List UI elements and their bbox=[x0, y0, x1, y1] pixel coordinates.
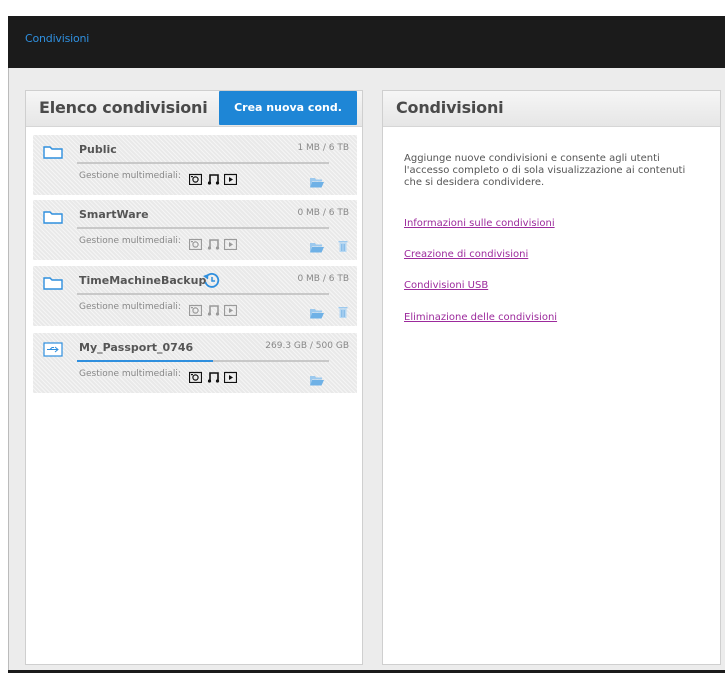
link-usb-shares[interactable]: Condivisioni USB bbox=[404, 280, 488, 291]
usage-bar-fill bbox=[77, 360, 214, 362]
video-icon[interactable] bbox=[223, 368, 238, 384]
link-delete-shares[interactable]: Eliminazione delle condivisioni bbox=[404, 312, 557, 323]
share-name[interactable]: My_Passport_0746 bbox=[79, 341, 193, 354]
folder-icon bbox=[43, 209, 63, 224]
share-row[interactable]: SmartWare 0 MB / 6 TB Gestione multimedial… bbox=[33, 200, 357, 260]
music-icon[interactable] bbox=[207, 301, 220, 316]
media-serving-label: Gestione multimediali: bbox=[79, 302, 181, 312]
photo-icon[interactable] bbox=[188, 235, 203, 251]
photo-icon[interactable] bbox=[188, 170, 203, 186]
create-share-button[interactable]: Crea nuova cond. bbox=[219, 91, 357, 125]
folder-icon bbox=[43, 275, 63, 290]
shares-list-title: Elenco condivisioni bbox=[39, 98, 208, 117]
share-size: 269.3 GB / 500 GB bbox=[265, 341, 349, 351]
help-panel-title: Condivisioni bbox=[396, 98, 504, 117]
share-name[interactable]: TimeMachineBackup bbox=[79, 274, 206, 287]
shares-list-header: Elenco condivisioni Crea nuova cond. bbox=[26, 91, 362, 127]
photo-icon[interactable] bbox=[188, 301, 203, 317]
share-row[interactable]: TimeMachineBackup 0 MB / 6 TB Gestione mul… bbox=[33, 266, 357, 326]
usage-bar bbox=[77, 293, 329, 295]
music-icon[interactable] bbox=[207, 170, 220, 185]
media-serving-label: Gestione multimediali: bbox=[79, 369, 181, 379]
app-window: Condivisioni Elenco condivisioni Crea nu… bbox=[0, 0, 725, 673]
open-folder-icon[interactable] bbox=[309, 238, 325, 253]
video-icon[interactable] bbox=[223, 301, 238, 317]
media-serving-label: Gestione multimediali: bbox=[79, 236, 181, 246]
share-size: 0 MB / 6 TB bbox=[297, 274, 349, 284]
share-row[interactable]: My_Passport_0746 269.3 GB / 500 GB Gestion… bbox=[33, 333, 357, 393]
share-size: 0 MB / 6 TB bbox=[297, 208, 349, 218]
usage-bar bbox=[77, 162, 329, 164]
usage-bar bbox=[77, 227, 329, 229]
video-icon[interactable] bbox=[223, 170, 238, 186]
photo-icon[interactable] bbox=[188, 368, 203, 384]
usage-bar bbox=[77, 360, 329, 362]
music-icon[interactable] bbox=[207, 368, 220, 383]
open-folder-icon[interactable] bbox=[309, 173, 325, 188]
usb-drive-icon bbox=[43, 342, 63, 357]
delete-share-icon[interactable] bbox=[338, 303, 348, 318]
time-machine-restore-icon[interactable] bbox=[202, 272, 220, 289]
share-row[interactable]: Public 1 MB / 6 TB Gestione multimediali: bbox=[33, 135, 357, 195]
share-size: 1 MB / 6 TB bbox=[297, 143, 349, 153]
page-title[interactable]: Condivisioni bbox=[25, 32, 89, 45]
folder-icon bbox=[43, 144, 63, 159]
media-serving-label: Gestione multimediali: bbox=[79, 171, 181, 181]
share-name[interactable]: Public bbox=[79, 143, 117, 156]
link-create-shares[interactable]: Creazione di condivisioni bbox=[404, 249, 528, 260]
help-panel-header: Condivisioni bbox=[383, 91, 720, 127]
help-panel: Condivisioni Aggiunge nuove condivisioni… bbox=[382, 90, 721, 665]
open-folder-icon[interactable] bbox=[309, 371, 325, 386]
help-description: Aggiunge nuove condivisioni e consente a… bbox=[404, 153, 686, 188]
music-icon[interactable] bbox=[207, 235, 220, 250]
open-folder-icon[interactable] bbox=[309, 304, 325, 319]
delete-share-icon[interactable] bbox=[338, 237, 348, 252]
shares-list-panel: Elenco condivisioni Crea nuova cond. Pub… bbox=[25, 90, 363, 665]
share-name[interactable]: SmartWare bbox=[79, 208, 149, 221]
video-icon[interactable] bbox=[223, 235, 238, 251]
top-bar: Condivisioni bbox=[8, 16, 725, 68]
link-share-info[interactable]: Informazioni sulle condivisioni bbox=[404, 218, 555, 229]
